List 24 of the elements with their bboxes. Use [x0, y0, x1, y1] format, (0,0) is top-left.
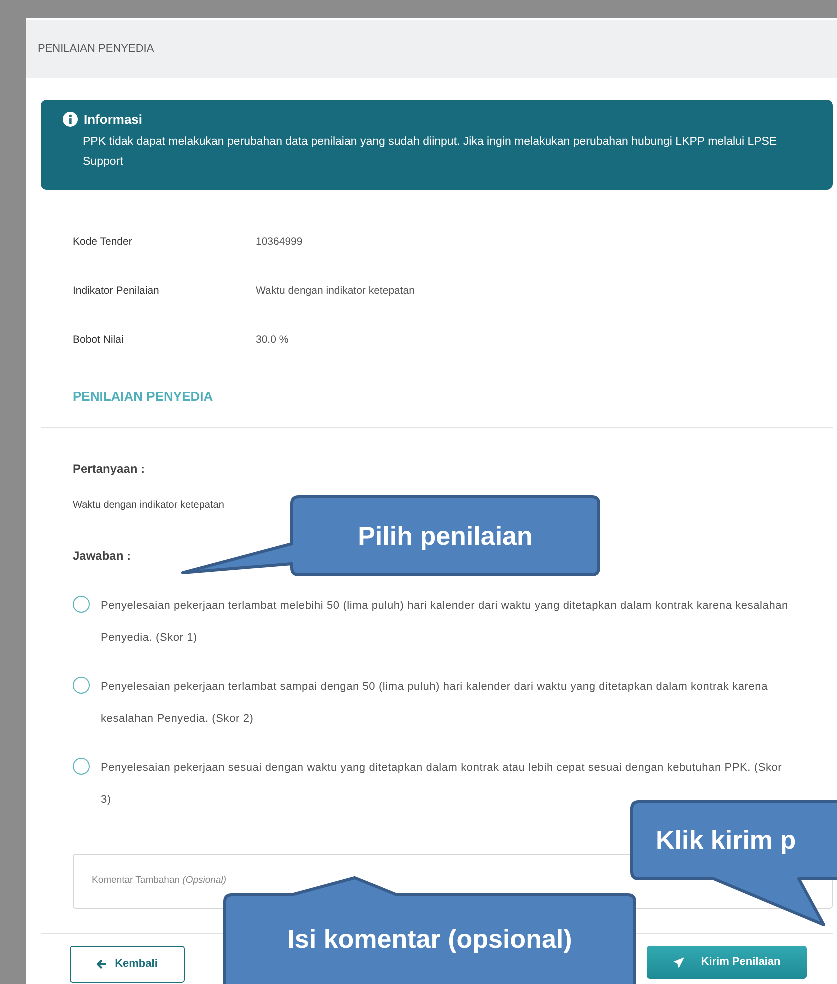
- back-button[interactable]: Kembali: [70, 946, 185, 983]
- callout-tooltip: Klik kirim p: [629, 799, 837, 929]
- detail-label: Indikator Penilaian: [73, 284, 160, 299]
- answer-option: Penyelesaian pekerjaan terlambat sampai dengan 50 (lima puluh) hari kalender dari waktu yang ditetapkan dalam kontrak karena kesalahan Penyedia. (Skor 2): [101, 671, 793, 735]
- detail-value: 30.0 %: [256, 332, 289, 348]
- answer-label: Jawaban :: [73, 548, 132, 565]
- submit-button[interactable]: Kirim Penilaian: [647, 946, 807, 979]
- radio-button[interactable]: [73, 758, 90, 775]
- detail-label: Kode Tender: [73, 234, 134, 250]
- detail-value: 10364999: [256, 234, 303, 250]
- info-title: Informasi: [84, 111, 143, 129]
- arrow-left-icon: [97, 960, 108, 969]
- info-icon: [63, 112, 78, 128]
- question-label: Pertanyaan :: [73, 461, 146, 478]
- info-message: PPK tidak dapat melakukan perubahan data penilaian yang sudah diinput. Jika ingin melakukan perubahan hubungi LKPP melalui LPSE Support: [82, 134, 778, 170]
- answer-option: Penyelesaian pekerjaan terlambat melebihi 50 (lima puluh) hari kalender dari waktu yang ditetapkan dalam kontrak karena kesalahan Penyedia. (Skor 1): [101, 590, 793, 654]
- section-title: PENILAIAN PENYEDIA: [73, 389, 214, 404]
- detail-label: Bobot Nilai: [73, 332, 125, 348]
- detail-value: Waktu dengan indikator ketepatan: [256, 284, 415, 299]
- radio-button[interactable]: [73, 677, 90, 694]
- send-icon: [673, 956, 686, 968]
- question-text: Waktu dengan indikator ketepatan: [73, 499, 226, 513]
- radio-button[interactable]: [73, 596, 90, 613]
- page-title: PENILAIAN PENYEDIA: [38, 42, 154, 57]
